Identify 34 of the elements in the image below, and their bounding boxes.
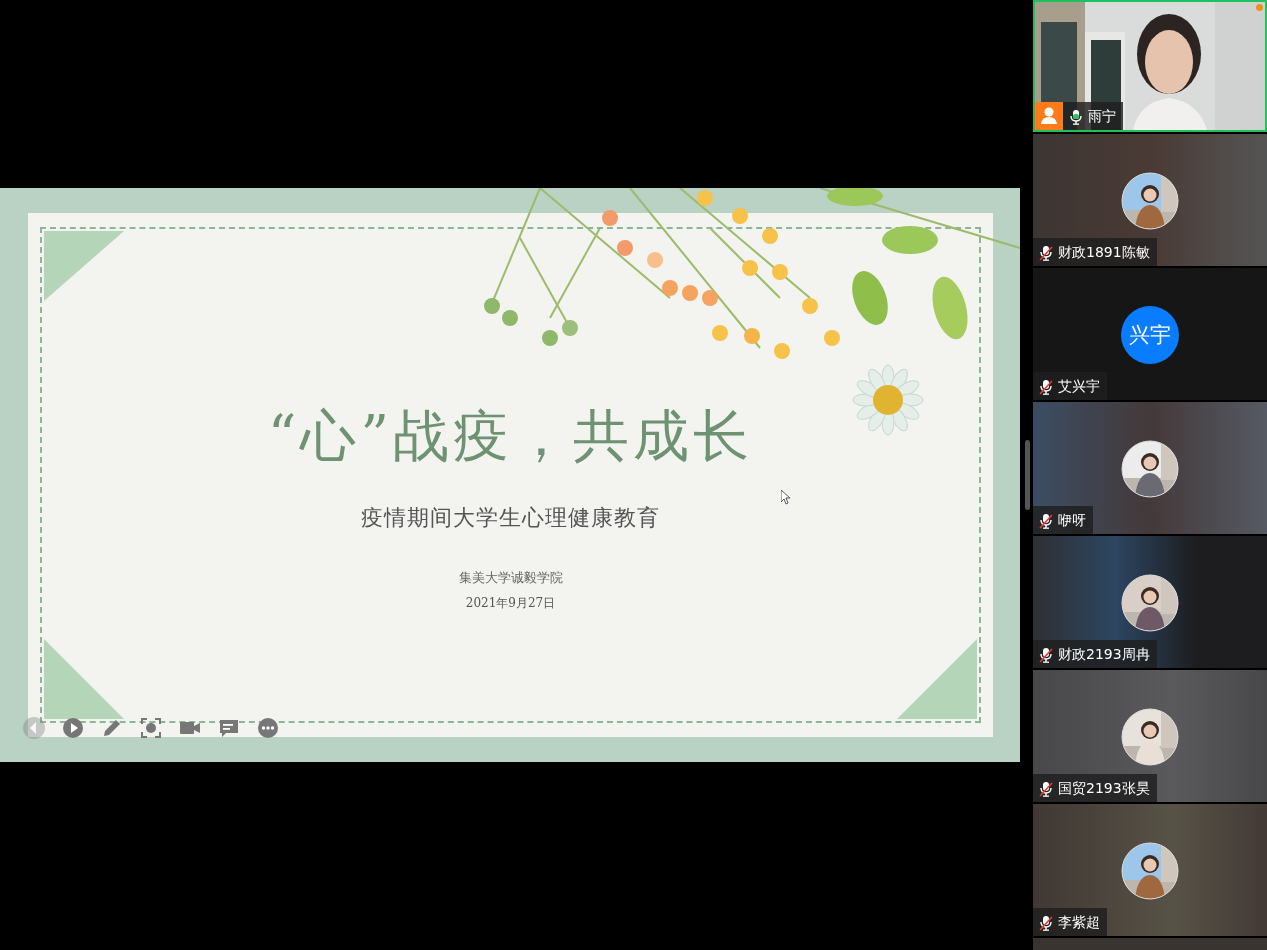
muted-mic-icon (1039, 646, 1053, 663)
participant-tile[interactable]: 雨宁 (1033, 0, 1267, 132)
participant-name: 雨宁 (1088, 107, 1116, 126)
organization-text: 集美大学诚毅学院 (458, 569, 563, 587)
screenshot-icon[interactable] (139, 716, 163, 740)
participant-name: 艾兴宇 (1058, 377, 1100, 396)
initials-avatar: 兴宇 (1121, 306, 1179, 364)
participant-name: 国贸2193张昊 (1058, 779, 1150, 798)
slide-subtitle: 疫情期间大学生心理健康教育 (361, 504, 660, 532)
participant-name: 财政1891陈敏 (1058, 243, 1150, 262)
cursor-icon (781, 490, 791, 505)
play-icon[interactable] (61, 716, 85, 740)
more-icon[interactable] (256, 716, 280, 740)
participant-tile[interactable]: 财政2193周冉 (1033, 536, 1267, 668)
muted-mic-icon (1039, 780, 1053, 797)
participant-name: 李紫超 (1058, 913, 1100, 932)
slide-title: “心”战疫，共成长 (267, 402, 754, 470)
muted-mic-icon (1039, 244, 1053, 261)
participant-tile[interactable]: 李紫超 (1033, 804, 1267, 936)
participant-tile[interactable]: 财政1891陈敏 (1033, 134, 1267, 266)
participant-tile[interactable]: 兴宇 艾兴宇 (1033, 268, 1267, 400)
participant-tile[interactable]: 国贸2193张昊 (1033, 670, 1267, 802)
daisy-drawing (852, 364, 924, 436)
participant-name: 财政2193周冉 (1058, 645, 1150, 664)
participant-tile[interactable]: 咿呀 (1033, 402, 1267, 534)
muted-mic-icon (1039, 378, 1053, 395)
participant-name: 咿呀 (1058, 511, 1086, 530)
status-dot (1256, 4, 1263, 11)
scrollbar-thumb[interactable] (1025, 440, 1030, 510)
muted-mic-icon (1039, 914, 1053, 931)
previous-icon[interactable] (22, 716, 46, 740)
mic-icon (1069, 108, 1083, 125)
date-text: 2021年9月27日 (465, 595, 556, 612)
muted-mic-icon (1039, 512, 1053, 529)
